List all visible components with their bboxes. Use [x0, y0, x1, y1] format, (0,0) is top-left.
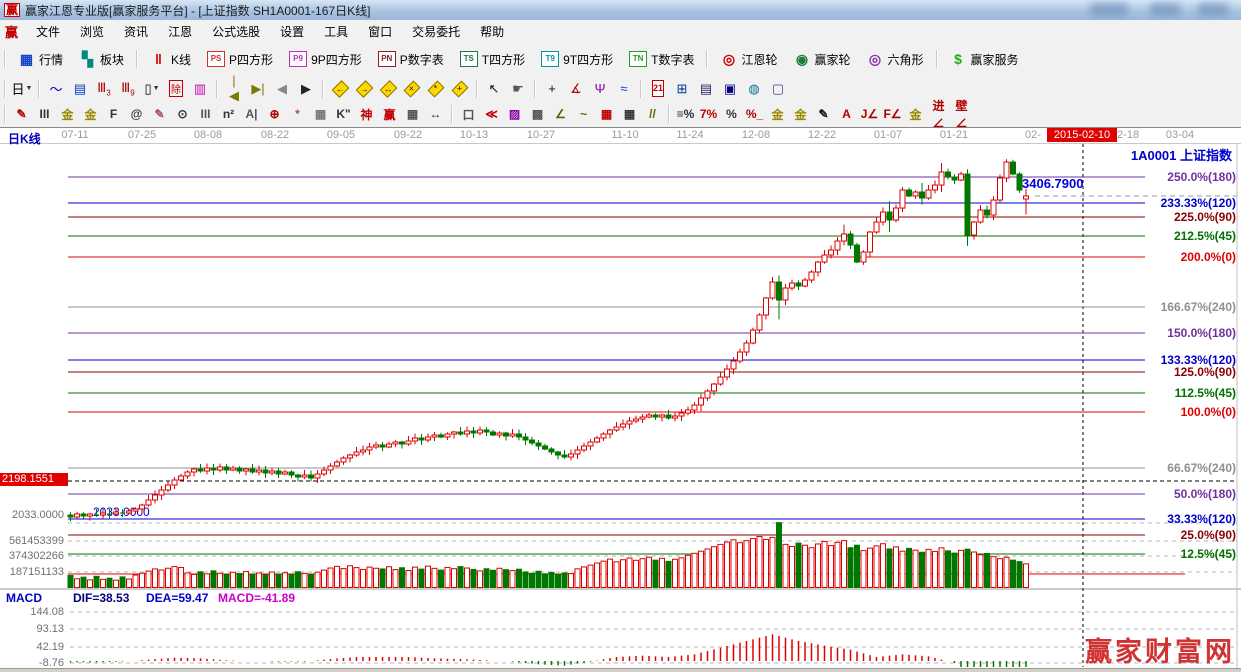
kline-chart-canvas[interactable]: 2033.0000: [0, 0, 1241, 672]
gann-lines-layer: [68, 177, 1185, 574]
grid-layer: 2033.0000: [0, 144, 1241, 669]
window-bottom-edge: [0, 668, 1241, 672]
app-window: { "window": { "title": "赢家江恩专业版[赢家服务平台] …: [0, 0, 1241, 672]
macd-layer: [71, 634, 1027, 667]
volume-layer: [68, 523, 1029, 588]
candles-layer: [68, 159, 1029, 521]
